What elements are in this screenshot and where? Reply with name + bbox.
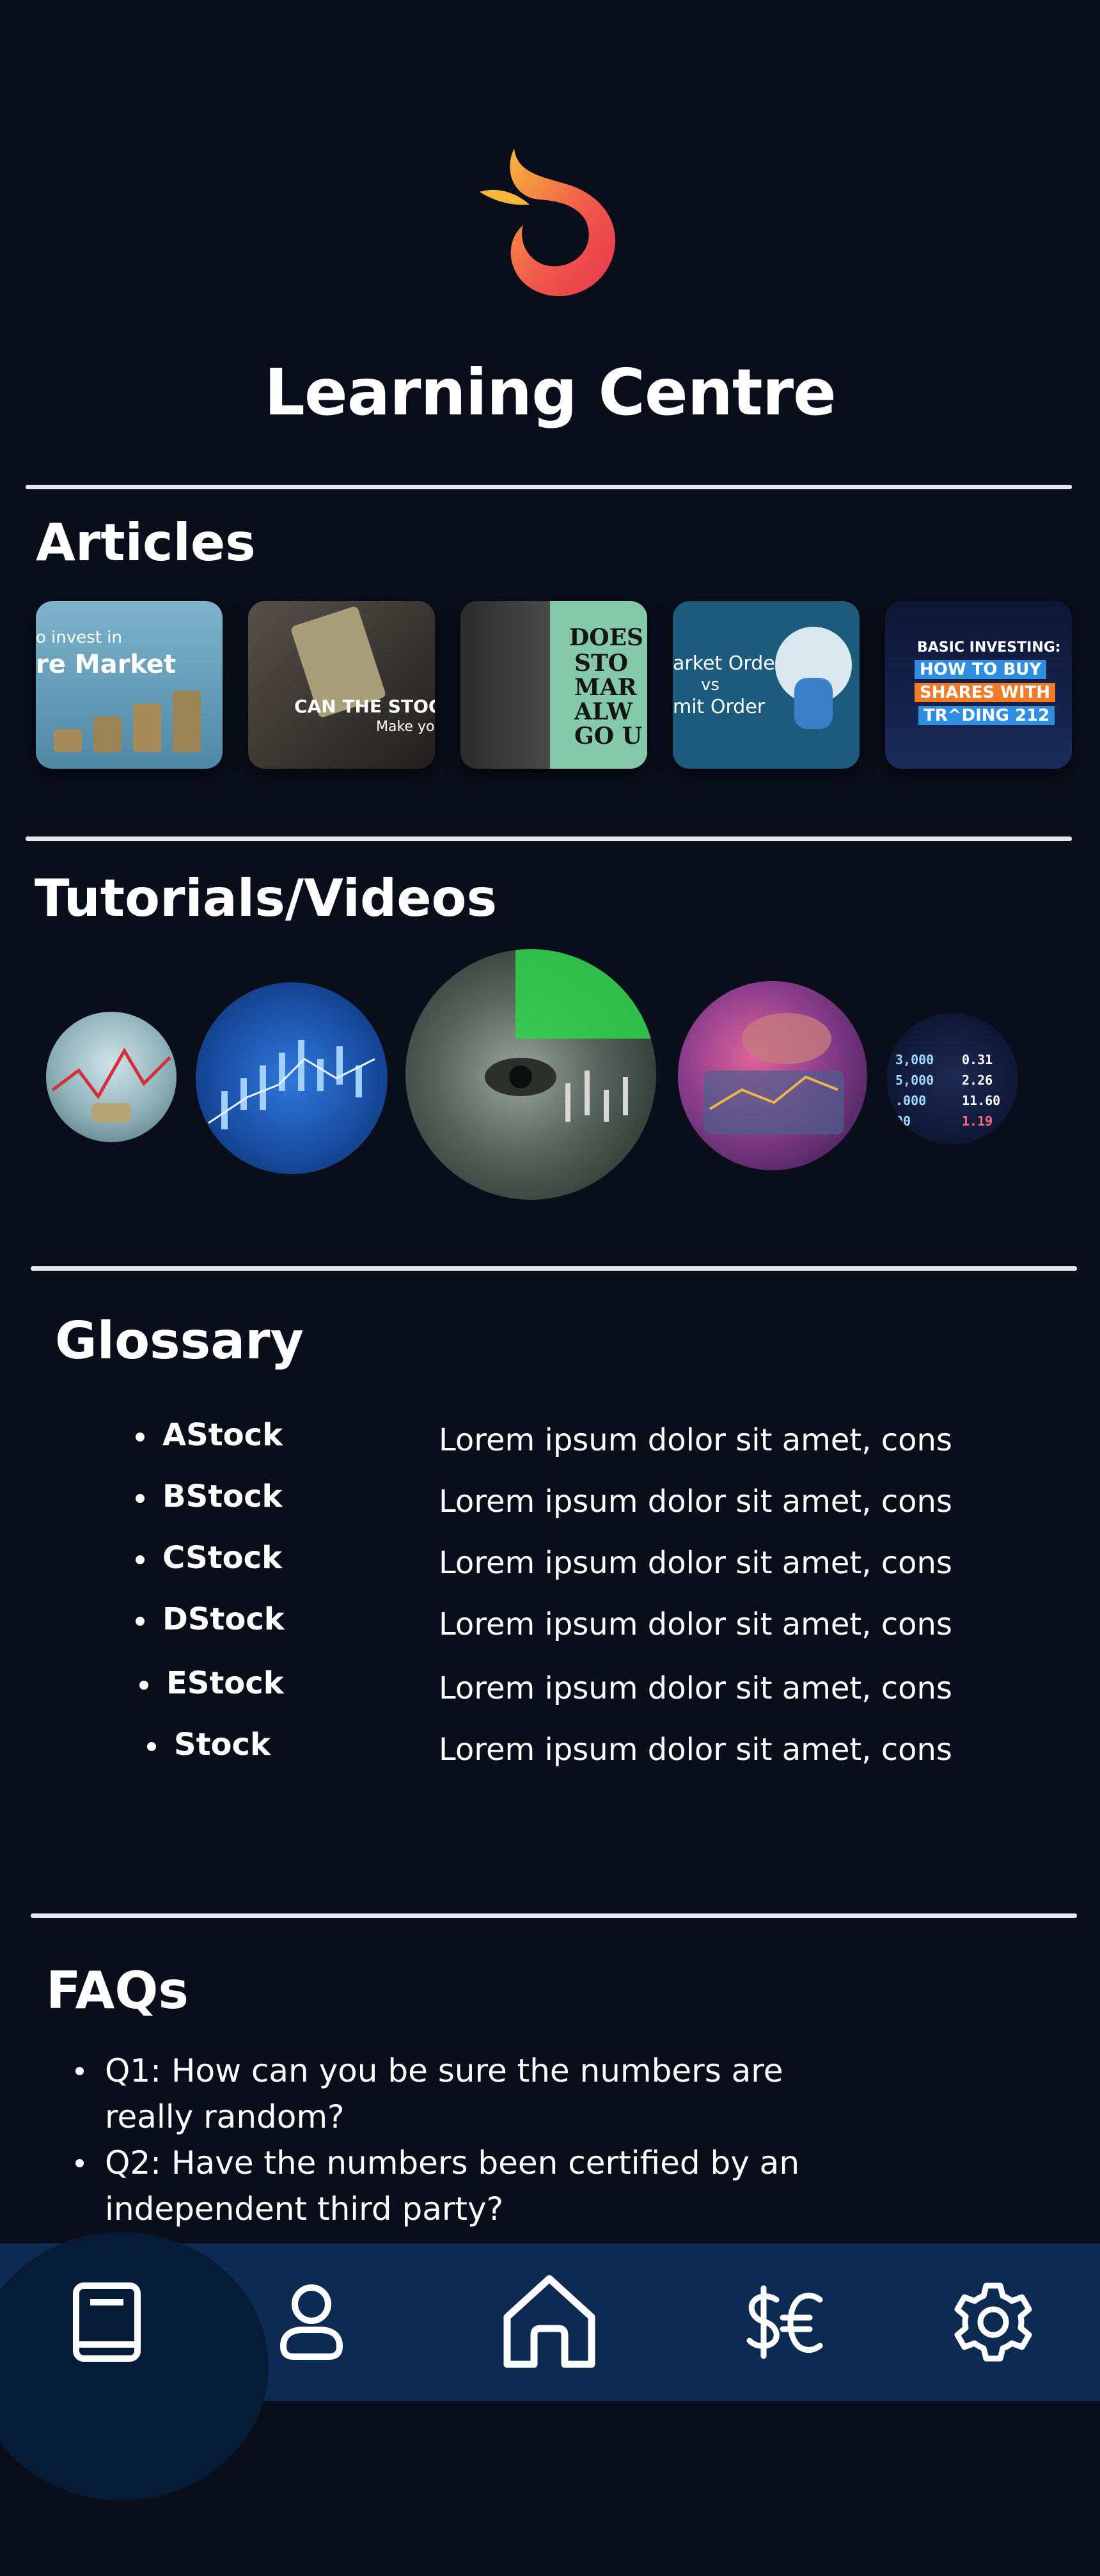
home-icon	[503, 2275, 595, 2368]
glossary-term: Stock	[147, 1727, 271, 1763]
svg-text:.000: .000	[895, 1093, 926, 1108]
svg-text:5,000: 5,000	[895, 1072, 934, 1088]
flame-logo-icon	[480, 148, 616, 297]
divider	[26, 836, 1072, 841]
glossary-term: BStock	[136, 1479, 282, 1514]
divider	[31, 1266, 1077, 1271]
person-illustration-body	[794, 678, 833, 729]
bullet	[136, 1555, 145, 1564]
candlestick-chart-icon	[208, 1040, 375, 1129]
video-blue-candles[interactable]	[196, 982, 388, 1174]
nav-profile[interactable]	[251, 2261, 372, 2383]
coin-stack	[173, 691, 201, 752]
article-card[interactable]: arket Order vs mit Order	[673, 601, 860, 769]
faq-item[interactable]: Q1: How can you be sure the numbers are …	[75, 2048, 868, 2140]
article-card[interactable]: BASIC INVESTING: HOW TO BUY SHARES WITH …	[885, 601, 1072, 769]
coin-stack	[54, 729, 82, 752]
coin-stack	[133, 703, 161, 752]
glossary-definition: Lorem ipsum dolor sit amet, cons	[439, 1545, 952, 1581]
video-dollar-bill[interactable]	[405, 949, 656, 1200]
glossary-definition: Lorem ipsum dolor sit amet, cons	[439, 1484, 952, 1520]
hand-touch-icon	[703, 1013, 844, 1135]
bullet	[136, 1617, 145, 1626]
ticker-board-icon: 3,000 0.31 5,000 2.26 .000 11.60 00 1.19	[895, 1052, 1000, 1129]
articles-title: Articles	[36, 513, 256, 572]
video-trading-screen[interactable]	[678, 981, 867, 1170]
glossary-term: AStock	[136, 1417, 283, 1453]
faqs-title: FAQs	[46, 1961, 189, 2020]
glossary-definition: Lorem ipsum dolor sit amet, cons	[439, 1422, 952, 1458]
divider	[26, 485, 1072, 489]
video-stock-ticker[interactable]: 3,000 0.31 5,000 2.26 .000 11.60 00 1.19	[886, 1013, 1018, 1145]
glossary-definition: Lorem ipsum dolor sit amet, cons	[439, 1606, 952, 1642]
svg-text:2.26: 2.26	[962, 1072, 993, 1088]
faq-item[interactable]: Q2: Have the numbers been certified by a…	[75, 2140, 868, 2232]
eye-icon	[485, 1058, 628, 1122]
article-card[interactable]: o invest in re Market	[36, 601, 223, 769]
glossary-definition: Lorem ipsum dolor sit amet, cons	[439, 1670, 952, 1706]
svg-text:3,000: 3,000	[895, 1052, 934, 1067]
user-icon	[279, 2284, 343, 2360]
article-card[interactable]: DOES STO MAR ALW GO U	[460, 601, 647, 769]
article-card[interactable]: CAN THE STOCK MA Make yo	[248, 601, 435, 769]
chart-line-icon	[51, 1048, 171, 1123]
svg-text:00: 00	[895, 1113, 911, 1129]
svg-text:1.19: 1.19	[962, 1113, 993, 1129]
bullet	[136, 1433, 145, 1441]
glossary-definition: Lorem ipsum dolor sit amet, cons	[439, 1732, 952, 1768]
svg-text:0.31: 0.31	[962, 1052, 993, 1067]
book-icon	[73, 2282, 141, 2362]
page-title: Learning Centre	[264, 355, 837, 430]
nav-currency[interactable]	[724, 2261, 845, 2383]
tutorials-title: Tutorials/Videos	[35, 868, 498, 928]
glossary-term: EStock	[139, 1665, 284, 1701]
glossary-title: Glossary	[55, 1311, 304, 1370]
bullet	[136, 1494, 145, 1503]
coin-stack	[93, 716, 122, 752]
nav-home[interactable]	[489, 2261, 610, 2383]
divider	[31, 1913, 1077, 1918]
glossary-term: CStock	[136, 1540, 282, 1576]
video-coins-chart[interactable]	[46, 1012, 177, 1142]
nav-settings[interactable]	[932, 2261, 1054, 2383]
faq-list: Q1: How can you be sure the numbers are …	[75, 2048, 868, 2232]
nav-learning[interactable]	[46, 2261, 168, 2383]
bullet	[147, 1742, 156, 1751]
svg-text:11.60: 11.60	[962, 1093, 1000, 1108]
currency-icon	[746, 2285, 823, 2359]
gear-icon	[954, 2282, 1032, 2362]
glossary-term: DStock	[136, 1601, 285, 1637]
bullet	[139, 1681, 148, 1690]
